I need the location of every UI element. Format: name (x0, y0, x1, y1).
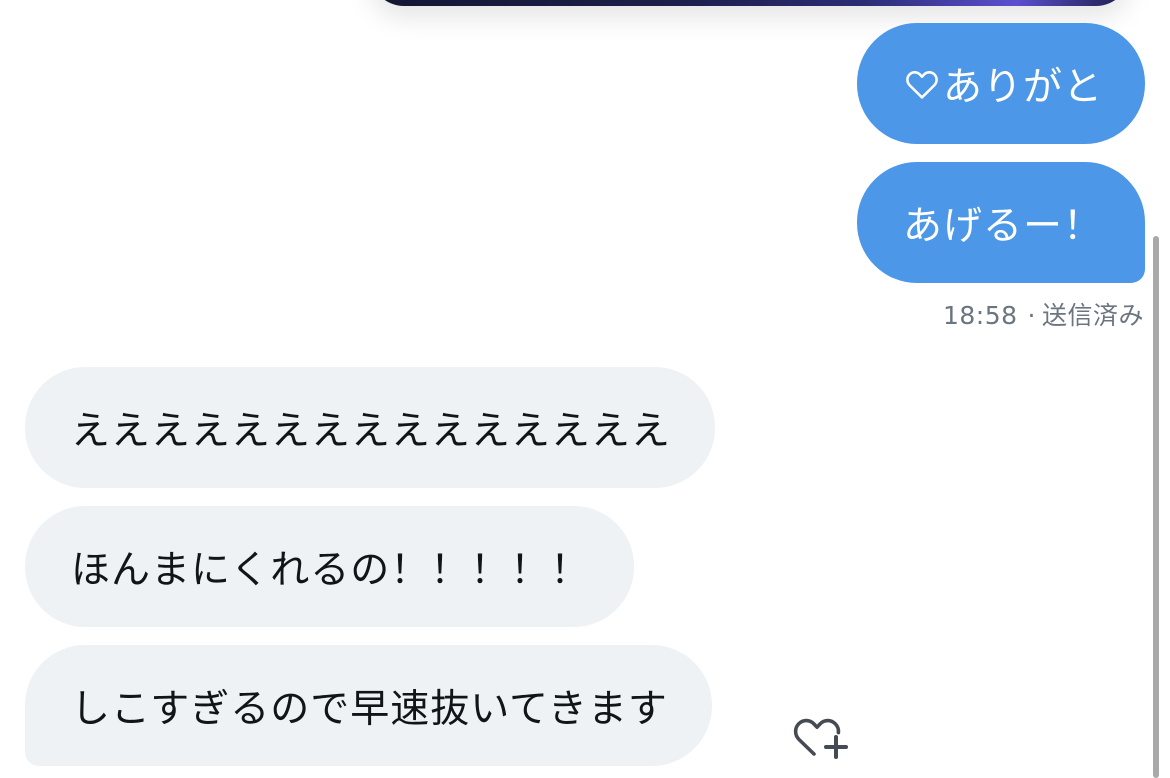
message-text: ありがと (942, 64, 1103, 110)
received-message-bubble[interactable]: ほんまにくれるの！！！！！ (25, 506, 635, 627)
message-timestamp: 18:58 (942, 301, 1018, 330)
message-text: しこすぎるので早速抜いてきます (71, 686, 668, 732)
media-attachment-preview[interactable] (370, 0, 1130, 6)
received-message-bubble[interactable]: しこすぎるので早速抜いてきます (25, 645, 712, 766)
meta-separator: · (1027, 301, 1036, 330)
sent-message-bubble[interactable]: あげるー！ (856, 162, 1145, 283)
message-text: あげるー！ (902, 203, 1103, 249)
received-message-bubble[interactable]: えええええええええええええええ (25, 367, 716, 488)
sent-message-bubble[interactable]: ありがと (856, 23, 1145, 144)
delivery-status: 送信済み (1041, 301, 1144, 330)
message-text: えええええええええええええええ (71, 408, 672, 454)
add-reaction-heart-icon[interactable] (792, 710, 850, 762)
heart-outline-icon (906, 70, 938, 99)
message-text: ほんまにくれるの！！！！！ (71, 547, 591, 593)
message-status-line: 18:58 · 送信済み (943, 296, 1144, 332)
scrollbar[interactable] (1153, 236, 1159, 778)
